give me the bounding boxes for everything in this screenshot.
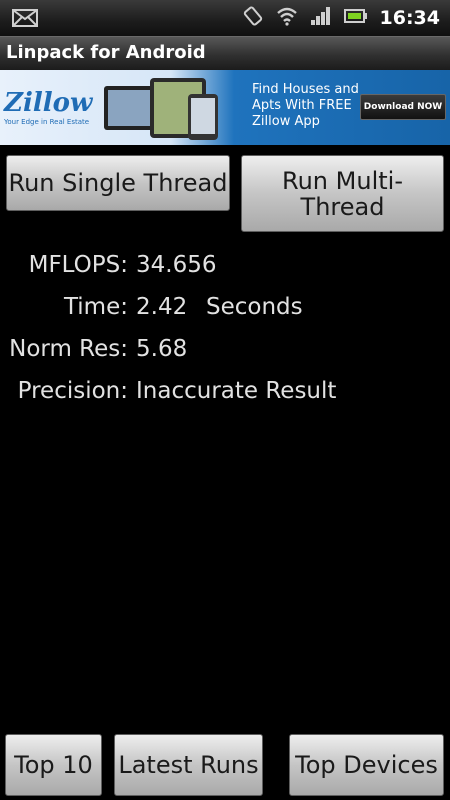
ad-logo-text: Zillow (4, 88, 93, 118)
norm-res-value: 5.68 (136, 336, 188, 362)
mflops-value: 34.656 (136, 252, 217, 278)
time-row: Time: 2.42 Seconds (0, 294, 450, 324)
status-bar: 16:34 (0, 0, 450, 36)
precision-value: Inaccurate Result (136, 378, 337, 404)
download-now-button[interactable]: Download NOW (360, 94, 446, 120)
email-icon (12, 8, 38, 32)
battery-icon (343, 8, 368, 28)
mflops-label: MFLOPS: (28, 252, 128, 278)
time-label: Time: (63, 294, 128, 320)
time-value: 2.42 (136, 294, 188, 320)
signal-icon (310, 6, 332, 30)
ad-banner[interactable]: Zillow Your Edge in Real Estate Find Hou… (0, 70, 450, 145)
precision-label: Precision: (17, 378, 128, 404)
wifi-icon (276, 6, 298, 30)
mflops-row: MFLOPS: 34.656 (0, 252, 450, 282)
rotate-icon (242, 5, 264, 31)
ad-headline: Find Houses and Apts With FREE Zillow Ap… (252, 82, 359, 129)
devices-image (104, 78, 218, 140)
run-single-thread-button[interactable]: Run Single Thread (6, 155, 230, 211)
app-title: Linpack for Android (6, 42, 206, 63)
norm-res-label: Norm Res: (9, 336, 128, 362)
status-clock: 16:34 (379, 7, 440, 29)
zillow-logo: Zillow Your Edge in Real Estate (4, 88, 96, 126)
norm-res-row: Norm Res: 5.68 (0, 336, 450, 366)
precision-row: Precision: Inaccurate Result (0, 378, 450, 408)
top-devices-button[interactable]: Top Devices (289, 734, 444, 796)
latest-runs-button[interactable]: Latest Runs (114, 734, 263, 796)
top-10-button[interactable]: Top 10 (5, 734, 102, 796)
title-bar: Linpack for Android (0, 36, 450, 70)
ad-tagline: Your Edge in Real Estate (4, 118, 90, 126)
run-multi-thread-button[interactable]: Run Multi-Thread (241, 155, 444, 232)
time-unit: Seconds (206, 294, 303, 320)
